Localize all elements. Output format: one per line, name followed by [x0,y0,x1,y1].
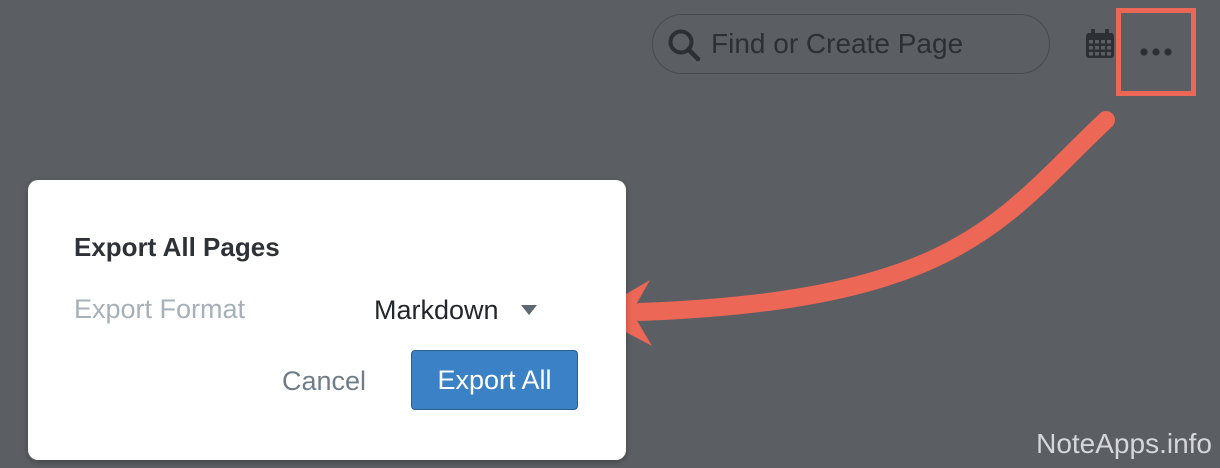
screen: Export All Pages Export Format Markdown … [0,0,1220,468]
search-icon [668,29,701,62]
dialog-title: Export All Pages [74,232,280,262]
watermark: NoteApps.info [1036,428,1212,459]
export-format-label: Export Format [74,294,246,324]
caret-down-icon [520,305,537,315]
cancel-button[interactable]: Cancel [276,356,372,406]
more-horizontal-icon [1140,48,1172,56]
search-input[interactable] [711,23,1031,65]
export-format-value: Markdown [374,294,499,325]
export-dialog: Export All Pages Export Format Markdown … [28,180,626,460]
export-all-button[interactable]: Export All [411,350,578,410]
export-format-select[interactable]: Markdown [374,288,537,332]
search-bar[interactable] [652,14,1050,74]
calendar-icon[interactable] [1084,28,1116,60]
more-options-button[interactable] [1116,8,1196,96]
